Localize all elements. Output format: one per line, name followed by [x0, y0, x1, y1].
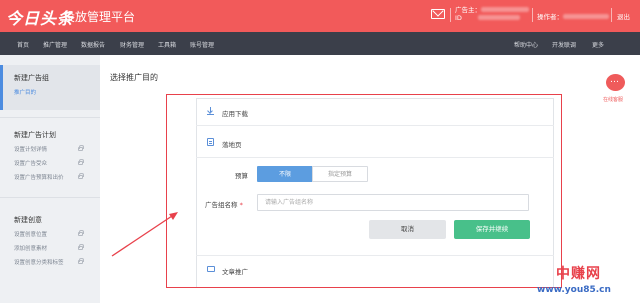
- watermark-site-name: 中赚网: [556, 266, 601, 282]
- online-service-label[interactable]: 在线客服: [603, 96, 623, 103]
- watermark-url: www.you85.cn: [537, 285, 611, 295]
- chat-icon[interactable]: [606, 74, 625, 91]
- annotation-arrow: [111, 212, 178, 257]
